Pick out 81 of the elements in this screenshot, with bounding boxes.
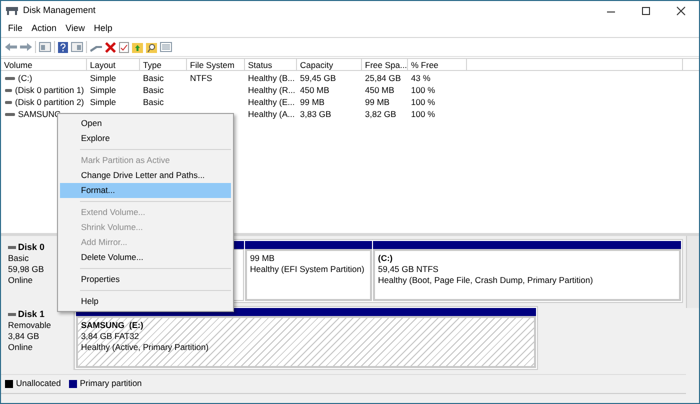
maximize-icon[interactable] — [641, 6, 651, 16]
menu-item[interactable]: Format... — [60, 183, 231, 198]
disk-status: Online — [8, 342, 34, 353]
disk-size: 3,84 GB — [8, 331, 40, 342]
disk-size: 59,98 GB — [8, 264, 45, 275]
column-header[interactable]: Free Spa... — [362, 59, 408, 70]
table-cell: 99 MB — [365, 96, 390, 108]
table-cell: 100 % — [411, 96, 436, 108]
menu-item[interactable]: Open — [60, 116, 231, 131]
partition-info: 99 MB — [250, 253, 275, 264]
table-cell: (Disk 0 partition 2) — [15, 96, 84, 108]
partition-info: Healthy (Boot, Page File, Crash Dump, Primary Partition) — [378, 275, 593, 286]
scrollbar[interactable] — [686, 236, 699, 308]
partition-info: Healthy (EFI System Partition) — [250, 264, 364, 275]
forward-icon[interactable] — [20, 42, 32, 52]
partition-name: (C:) — [378, 253, 393, 264]
column-header[interactable]: Type — [140, 59, 187, 70]
table-cell: Healthy (R... — [248, 84, 296, 96]
table-cell: 99 MB — [300, 96, 325, 108]
close-icon[interactable] — [676, 6, 686, 16]
partition-name: SAMSUNG (E:) — [81, 320, 144, 331]
app-icon — [6, 6, 18, 16]
column-header[interactable]: Status — [245, 59, 297, 70]
column-header[interactable]: Volume — [1, 59, 87, 70]
delete-icon[interactable] — [105, 42, 116, 52]
table-cell: (C:) — [18, 72, 32, 84]
check-document-icon[interactable] — [119, 42, 129, 52]
volume-icon — [5, 100, 12, 104]
menu-item[interactable]: View — [62, 22, 89, 36]
table-cell: 59,45 GB — [300, 72, 336, 84]
table-cell: Basic — [143, 96, 164, 108]
table-cell: 450 MB — [365, 84, 394, 96]
menu-item[interactable]: Help — [60, 294, 231, 309]
menu-item[interactable]: Help — [90, 22, 116, 36]
pane-icon[interactable] — [39, 42, 51, 52]
menu-item[interactable]: Properties — [60, 272, 231, 287]
legend-label: Unallocated — [16, 377, 61, 390]
window-title: Disk Management — [23, 4, 96, 18]
partition-info: 3,84 GB FAT32 — [81, 331, 139, 342]
menu-item[interactable]: Delete Volume... — [60, 250, 231, 265]
disk-status: Online — [8, 275, 34, 286]
partition-area[interactable]: SAMSUNG (E:) 3,84 GB FAT32 Healthy (Active, Primary Partition) — [76, 316, 536, 368]
legend-label: Primary partition — [80, 377, 142, 390]
table-cell: Healthy (B... — [248, 72, 295, 84]
table-cell: Simple — [90, 84, 116, 96]
partition-area[interactable]: (C:) 59,45 GB NTFS Healthy (Boot, Page File, Crash Dump, Primary Partition) — [373, 249, 681, 301]
column-header[interactable]: File System — [187, 59, 245, 70]
back-icon[interactable] — [5, 42, 17, 52]
column-header[interactable]: Capacity — [297, 59, 362, 70]
table-cell: Basic — [143, 84, 164, 96]
menu-item[interactable]: Explore — [60, 131, 231, 146]
table-cell: 25,84 GB — [365, 72, 401, 84]
disk-name: Disk 1 — [18, 309, 45, 320]
table-cell: Simple — [90, 96, 116, 108]
table-cell: 3,83 GB — [300, 108, 332, 120]
table-cell: Healthy (A... — [248, 108, 295, 120]
menu-item[interactable]: File — [4, 22, 27, 36]
partition-info: Healthy (Active, Primary Partition) — [81, 342, 209, 353]
help-icon[interactable] — [58, 42, 68, 52]
table-cell: 100 % — [411, 108, 436, 120]
table-cell: Simple — [90, 72, 116, 84]
table-cell: Healthy (E... — [248, 96, 295, 108]
partition-area[interactable]: 99 MB Healthy (EFI System Partition) — [245, 249, 372, 301]
table-cell: 450 MB — [300, 84, 330, 96]
table-cell: NTFS — [190, 72, 212, 84]
table-cell: 43 % — [411, 72, 430, 84]
table-cell: 100 % — [411, 84, 436, 96]
disk-name: Disk 0 — [18, 242, 45, 253]
menu-item[interactable]: Change Drive Letter and Paths... — [60, 168, 231, 183]
volume-icon — [5, 88, 12, 92]
disk-type: Basic — [8, 253, 30, 264]
folder-search-icon[interactable] — [146, 42, 157, 52]
table-cell: (Disk 0 partition 1) — [15, 84, 84, 96]
table-cell: 3,82 GB — [365, 108, 396, 120]
partition-info: 59,45 GB NTFS — [378, 264, 438, 275]
table-cell: Basic — [143, 72, 164, 84]
folder-up-icon[interactable] — [132, 42, 143, 52]
column-header[interactable]: % Free — [408, 59, 467, 70]
column-header[interactable]: Layout — [87, 59, 140, 70]
menu-item[interactable]: Action — [28, 22, 61, 36]
disk-type: Removable — [8, 320, 52, 331]
